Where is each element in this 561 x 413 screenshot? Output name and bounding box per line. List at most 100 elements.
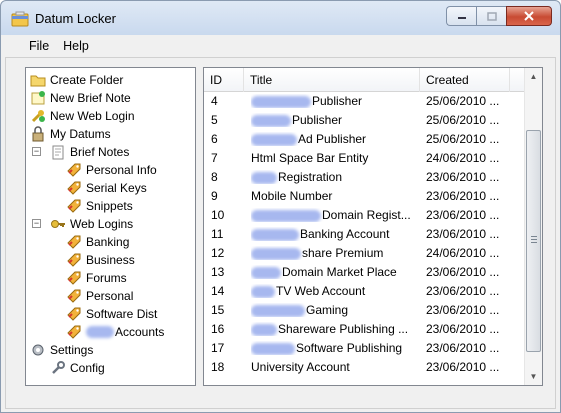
tree-expander[interactable]: −: [32, 219, 41, 228]
tree-item-web-logins[interactable]: Web Logins: [50, 215, 133, 233]
cell-id: 5: [211, 113, 218, 127]
redacted-text: [251, 95, 311, 108]
title-bar[interactable]: Datum Locker: [1, 1, 560, 35]
cell-title: Gaming: [251, 303, 421, 317]
minimize-icon: [457, 17, 466, 19]
tree-item-snippets[interactable]: Snippets: [66, 197, 133, 215]
menu-bar: File Help: [5, 35, 556, 57]
close-button[interactable]: [506, 6, 552, 26]
tree-item-forums[interactable]: Forums: [66, 269, 127, 287]
tree-item-label: Personal: [86, 289, 134, 303]
cell-id: 14: [211, 284, 225, 298]
scroll-thumb[interactable]: [526, 130, 541, 352]
cell-title-text: Software Publishing: [296, 341, 403, 355]
column-header-id[interactable]: ID: [204, 68, 244, 92]
tree-item-config[interactable]: Config: [50, 359, 105, 377]
table-row[interactable]: 8 Registration 23/06/2010 ...: [204, 168, 524, 187]
maximize-button[interactable]: [476, 6, 506, 26]
column-header-created[interactable]: Created: [420, 68, 510, 92]
tree-item-brief-notes[interactable]: Brief Notes: [50, 143, 129, 161]
tree-item-label: Banking: [86, 235, 130, 249]
scroll-down-arrow-icon[interactable]: ▼: [525, 368, 542, 385]
cell-id: 18: [211, 360, 225, 374]
tree-item-personal[interactable]: Personal: [66, 287, 133, 305]
tree-item-label: Settings: [50, 343, 94, 357]
column-header-title[interactable]: Title: [244, 68, 420, 92]
table-row[interactable]: 9 Mobile Number 23/06/2010 ...: [204, 187, 524, 206]
settings-icon: [32, 344, 44, 356]
table-row[interactable]: 17 Software Publishing 23/06/2010 ...: [204, 339, 524, 358]
redacted-text: [251, 247, 301, 260]
table-row[interactable]: 5 Publisher 25/06/2010 ...: [204, 111, 524, 130]
redacted-text: [251, 266, 281, 279]
cell-id: 12: [211, 246, 225, 260]
table-row[interactable]: 10 Domain Regist... 23/06/2010 ...: [204, 206, 524, 225]
cell-title: Mobile Number: [251, 189, 421, 203]
cell-created: 24/06/2010 ...: [426, 151, 500, 165]
redacted-text: [251, 209, 321, 222]
table-row[interactable]: 18 University Account 23/06/2010 ...: [204, 358, 524, 377]
scroll-up-arrow-icon[interactable]: ▲: [525, 68, 542, 85]
cell-created: 23/06/2010 ...: [426, 303, 500, 317]
tree-item-label: Software Dist: [86, 307, 158, 321]
maximize-icon: [486, 11, 497, 21]
tree-item-business[interactable]: Business: [66, 251, 135, 269]
tag-icon: [67, 307, 81, 321]
table-row[interactable]: 13 Domain Market Place 23/06/2010 ...: [204, 263, 524, 282]
table-row[interactable]: 15 Gaming 23/06/2010 ...: [204, 301, 524, 320]
list-header: ID Title Created: [204, 68, 524, 92]
tree-item-new-web-login[interactable]: New Web Login: [30, 107, 135, 125]
tree-item-create-folder[interactable]: Create Folder: [30, 71, 123, 89]
menu-help[interactable]: Help: [59, 39, 99, 53]
tag-icon: [67, 271, 81, 285]
tree-item-label: Business: [86, 253, 135, 267]
table-row[interactable]: 16 Shareware Publishing ... 23/06/2010 ...: [204, 320, 524, 339]
cell-created: 25/06/2010 ...: [426, 113, 500, 127]
tree-item-settings[interactable]: Settings: [30, 341, 93, 359]
tree-item-personal-info[interactable]: Personal Info: [66, 161, 157, 179]
cell-id: 10: [211, 208, 225, 222]
tag-icon: [67, 325, 81, 339]
tree-expander[interactable]: −: [32, 147, 41, 156]
datum-list[interactable]: ID Title Created 4 Publisher 25/06/2010 ..…: [203, 67, 543, 386]
cell-title-text: Shareware Publishing ...: [278, 322, 409, 336]
new-login-icon: [31, 110, 45, 123]
tree-item-software-dist[interactable]: Software Dist: [66, 305, 157, 323]
minimize-button[interactable]: [446, 6, 476, 26]
cell-title-text: TV Web Account: [276, 284, 366, 298]
cell-created: 23/06/2010 ...: [426, 189, 500, 203]
table-row[interactable]: 11 Banking Account 23/06/2010 ...: [204, 225, 524, 244]
cell-title: Domain Market Place: [251, 265, 421, 279]
cell-title-text: Domain Regist...: [322, 208, 411, 222]
tag-icon: [67, 181, 81, 195]
note-icon: [52, 145, 64, 160]
vertical-scrollbar[interactable]: ▲ ▼: [524, 68, 542, 385]
tree-item-accounts[interactable]: Accounts: [66, 323, 164, 341]
cell-title: Shareware Publishing ...: [251, 322, 421, 336]
tree-item-banking[interactable]: Banking: [66, 233, 129, 251]
tree-item-new-brief-note[interactable]: New Brief Note: [30, 89, 131, 107]
table-row[interactable]: 6 Ad Publisher 25/06/2010 ...: [204, 130, 524, 149]
cell-title: Publisher: [251, 94, 421, 108]
client-area: Create Folder New Brief Note New Web Login…: [5, 57, 556, 409]
table-row[interactable]: 4 Publisher 25/06/2010 ...: [204, 92, 524, 111]
cell-id: 9: [211, 189, 218, 203]
tag-icon: [67, 199, 81, 213]
cell-title-text: University Account: [251, 360, 350, 374]
cell-title: TV Web Account: [251, 284, 421, 298]
cell-created: 23/06/2010 ...: [426, 170, 500, 184]
table-row[interactable]: 7 Html Space Bar Entity 24/06/2010 ...: [204, 149, 524, 168]
menu-file[interactable]: File: [5, 39, 59, 53]
cell-created: 23/06/2010 ...: [426, 227, 500, 241]
navigation-tree[interactable]: Create Folder New Brief Note New Web Login…: [25, 67, 196, 386]
redacted-text: [251, 342, 295, 355]
table-row[interactable]: 12 share Premium 24/06/2010 ...: [204, 244, 524, 263]
table-row[interactable]: 14 TV Web Account 23/06/2010 ...: [204, 282, 524, 301]
lock-icon: [32, 126, 44, 142]
tree-item-my-datums[interactable]: My Datums: [30, 125, 111, 143]
tree-item-serial-keys[interactable]: Serial Keys: [66, 179, 147, 197]
cell-created: 23/06/2010 ...: [426, 265, 500, 279]
cell-id: 17: [211, 341, 225, 355]
cell-created: 24/06/2010 ...: [426, 246, 500, 260]
cell-created: 23/06/2010 ...: [426, 360, 500, 374]
